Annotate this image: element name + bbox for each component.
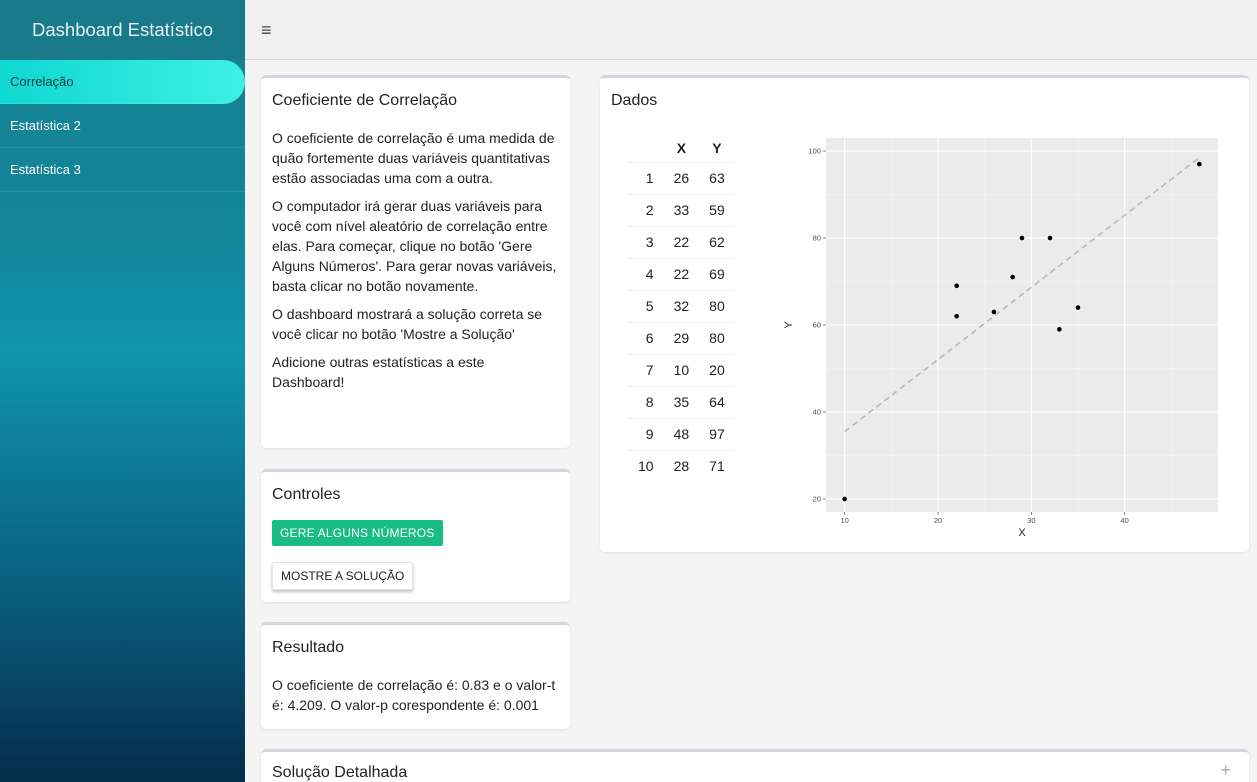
table-cell-y: 59 bbox=[699, 193, 735, 226]
data-point bbox=[1057, 327, 1062, 332]
table-row: 3 22 62 bbox=[628, 225, 735, 258]
column-header-x: X bbox=[676, 139, 687, 156]
data-point bbox=[1047, 235, 1053, 241]
table-cell-y: 69 bbox=[699, 257, 735, 290]
table-cell-i: 1 bbox=[628, 161, 664, 194]
tick-label-y: 60 bbox=[813, 321, 821, 330]
sidebar-item-label: Correlação bbox=[10, 74, 74, 89]
table-row: 1 26 63 bbox=[628, 161, 735, 194]
table-cell-y: 20 bbox=[699, 353, 735, 386]
column-header-y: Y bbox=[712, 139, 722, 156]
table-cell-x: 28 bbox=[663, 449, 700, 482]
controls-box-title: Controles bbox=[272, 486, 341, 503]
coef-box: Coeficiente de Correlação O coeficiente … bbox=[261, 75, 570, 448]
data-point bbox=[954, 314, 959, 319]
table-row: 7 10 20 bbox=[628, 353, 735, 386]
tick-label-y: 40 bbox=[813, 407, 821, 416]
tick-label-x: 30 bbox=[1027, 516, 1035, 525]
table-cell-y: 71 bbox=[699, 449, 735, 482]
tick-label-y: 20 bbox=[813, 494, 821, 503]
coef-paragraph: O computador irá gerar duas variáveis pa… bbox=[272, 198, 557, 294]
table-cell-x: 22 bbox=[663, 225, 700, 258]
result-box: Resultado O coeficiente de correlação é:… bbox=[261, 622, 570, 729]
sidebar: Dashboard Estatístico Correlação Estatís… bbox=[0, 0, 245, 782]
data-point bbox=[1197, 161, 1202, 167]
tick-label-y: 80 bbox=[813, 234, 821, 243]
controls-box: Controles GERE ALGUNS NÚMEROS MOSTRE A S… bbox=[261, 469, 570, 602]
data-point bbox=[1075, 305, 1081, 310]
tick-label-y: 100 bbox=[808, 147, 821, 156]
sidebar-item-label: Estatística 3 bbox=[10, 162, 81, 177]
top-header: ≡ bbox=[245, 0, 1257, 60]
plus-icon[interactable]: + bbox=[1220, 760, 1231, 781]
tick-label-x: 20 bbox=[934, 516, 942, 525]
table-row: 9 48 97 bbox=[628, 417, 735, 450]
sidebar-item-estatistica-2[interactable]: Estatística 2 bbox=[0, 104, 245, 148]
table-cell-x: 26 bbox=[663, 161, 700, 194]
table-header-row: X Y bbox=[628, 134, 735, 162]
result-box-title: Resultado bbox=[272, 639, 345, 656]
table-cell-i: 6 bbox=[628, 321, 664, 354]
result-text: O coeficiente de correlação é: 0.83 e o … bbox=[272, 677, 556, 713]
table-cell-i: 4 bbox=[628, 257, 664, 290]
data-point bbox=[842, 496, 847, 502]
table-cell-y: 63 bbox=[699, 161, 735, 194]
tick-label-x: 10 bbox=[840, 516, 848, 525]
generate-numbers-button[interactable]: GERE ALGUNS NÚMEROS bbox=[272, 520, 443, 546]
data-table: X Y 1 26 63 2 33 59 3 22 62 4 22 69 5 32 80 6 29 80 7 10 20 8… bbox=[628, 134, 735, 482]
x-axis-label: X bbox=[1018, 527, 1026, 539]
table-cell-i: 5 bbox=[628, 289, 664, 322]
coef-box-body: O coeficiente de correlação é uma medida… bbox=[261, 110, 570, 412]
data-point bbox=[991, 309, 997, 315]
table-cell-x: 10 bbox=[663, 353, 700, 386]
table-cell-i: 2 bbox=[628, 193, 664, 226]
table-cell-i: 3 bbox=[628, 225, 664, 258]
coef-paragraph: O coeficiente de correlação é uma medida… bbox=[272, 130, 555, 186]
detail-box-title: Solução Detalhada bbox=[272, 764, 408, 781]
table-row: 6 29 80 bbox=[628, 321, 735, 354]
coef-paragraph: Adicione outras estatísticas a este Dash… bbox=[272, 354, 485, 390]
table-row: 4 22 69 bbox=[628, 257, 735, 290]
table-cell-y: 80 bbox=[699, 321, 735, 354]
scatter-plot: 10 20 30 40 20 40 60 80 100 X Y bbox=[783, 138, 1218, 539]
detail-box: Solução Detalhada + bbox=[261, 749, 1249, 782]
table-cell-x: 32 bbox=[663, 289, 700, 322]
data-point bbox=[954, 283, 959, 289]
table-cell-x: 35 bbox=[663, 385, 700, 418]
table-cell-i: 7 bbox=[628, 353, 664, 386]
table-cell-y: 80 bbox=[699, 289, 735, 322]
data-point bbox=[1010, 274, 1015, 280]
sidebar-item-label: Estatística 2 bbox=[10, 118, 81, 133]
brand-title: Dashboard Estatístico bbox=[0, 0, 245, 60]
tick-label-x: 40 bbox=[1120, 516, 1128, 525]
data-box-title: Dados bbox=[611, 92, 658, 109]
table-cell-x: 29 bbox=[663, 321, 700, 354]
table-cell-x: 22 bbox=[663, 257, 700, 290]
sidebar-item-estatistica-3[interactable]: Estatística 3 bbox=[0, 148, 245, 192]
table-cell-y: 97 bbox=[699, 417, 735, 450]
sidebar-item-correlacao[interactable]: Correlação bbox=[0, 60, 245, 104]
table-row: 8 35 64 bbox=[628, 385, 735, 418]
show-solution-button[interactable]: MOSTRE A SOLUÇÃO bbox=[272, 562, 414, 590]
coef-box-title: Coeficiente de Correlação bbox=[272, 92, 457, 109]
table-cell-i: 8 bbox=[628, 385, 664, 418]
hamburger-icon[interactable]: ≡ bbox=[261, 21, 272, 39]
y-axis-label: Y bbox=[783, 321, 795, 329]
data-box: Dados X Y 1 26 63 2 33 59 3 22 62 4 22 69 5 32 80 6 29 80… bbox=[600, 75, 1249, 552]
table-cell-y: 62 bbox=[699, 225, 735, 258]
data-point bbox=[1019, 235, 1025, 241]
table-cell-y: 64 bbox=[699, 385, 735, 418]
coef-paragraph: O dashboard mostrará a solução correta s… bbox=[272, 306, 543, 342]
table-cell-x: 33 bbox=[663, 193, 700, 226]
table-row: 2 33 59 bbox=[628, 193, 735, 226]
table-cell-i: 10 bbox=[628, 449, 664, 482]
table-row: 5 32 80 bbox=[628, 289, 735, 322]
table-cell-x: 48 bbox=[663, 417, 700, 450]
table-row: 10 28 71 bbox=[628, 449, 735, 482]
table-cell-i: 9 bbox=[628, 417, 664, 450]
